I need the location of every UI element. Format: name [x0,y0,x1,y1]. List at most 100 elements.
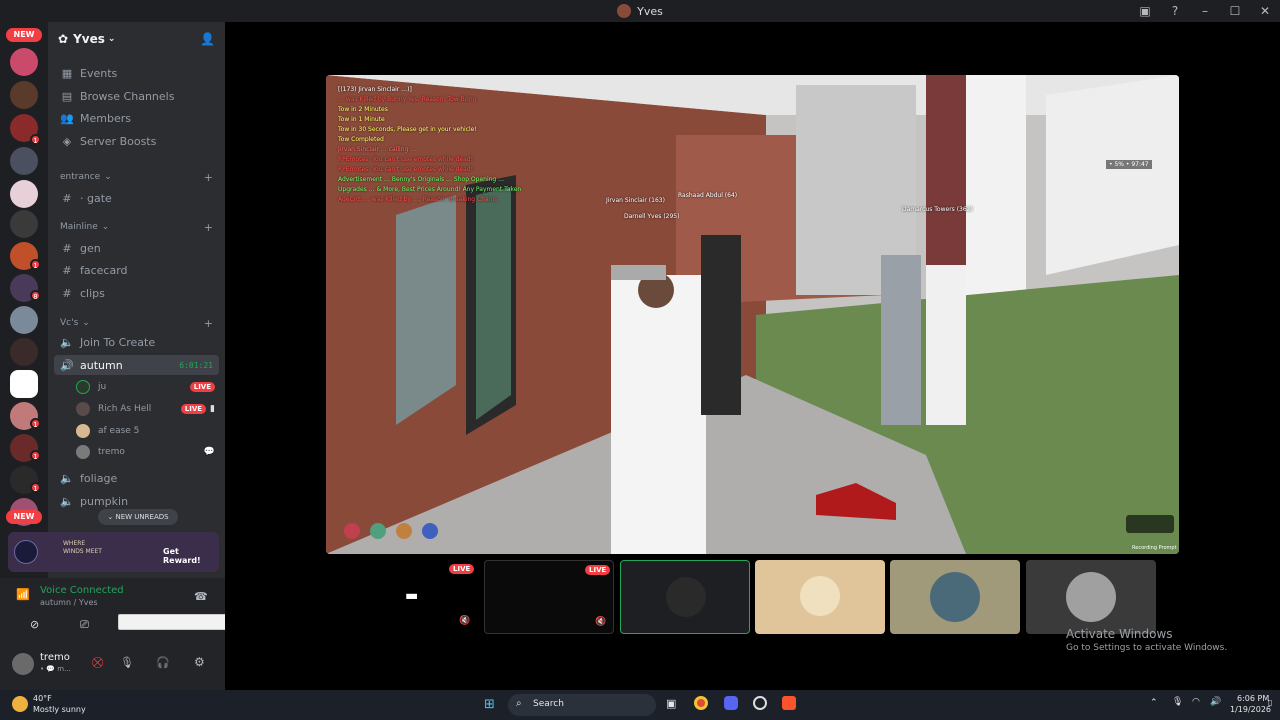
add-member-icon[interactable]: 👤 [200,32,215,46]
search-label: Search [533,699,564,709]
avatar[interactable] [12,653,34,675]
browse-channels-item[interactable]: ▤ Browse Channels [54,86,219,106]
server-icon[interactable] [10,370,38,398]
voice-status: Voice Connected [40,585,124,596]
volume-icon[interactable]: 🔊 [1210,697,1221,707]
server-icon[interactable] [10,81,38,109]
category-entrance[interactable]: entrance ⌄ + [54,170,219,184]
recorder-icon[interactable] [753,696,767,710]
chevron-down-icon: ⌄ [107,34,116,44]
activate-sub: Go to Settings to activate Windows. [1066,643,1228,653]
calendar-icon: ▦ [61,66,73,80]
avatar [800,576,840,616]
brave-icon[interactable] [782,696,796,710]
taskbar-search[interactable]: ⌕ Search [508,694,656,716]
server-header[interactable]: ✿ Yves ⌄ 👤 [48,22,225,56]
new-unreads-button[interactable]: ⌄ NEW UNREADS [98,509,178,525]
participant-tile[interactable]: ▬ LIVE 🔇 [349,560,479,634]
channel-facecard[interactable]: # facecard [54,260,219,280]
participant-tile[interactable]: LIVE 🔇 [484,560,614,634]
close-icon[interactable]: ✕ [1250,4,1280,18]
windows-start-icon[interactable]: ⊞ [484,697,495,712]
camera-off-icon[interactable]: ⊘ [30,618,39,631]
microphone-icon[interactable]: 🎙 [120,656,134,669]
channel-autumn[interactable]: 🔊 autumn 6:01:21 [54,355,219,375]
voice-user[interactable]: Rich As Hell LIVE ▮ [76,400,221,418]
voice-user[interactable]: ju LIVE [76,378,221,396]
channel-gen[interactable]: # gen [54,238,219,258]
server-icon[interactable] [10,48,38,76]
server-icon[interactable] [10,210,38,238]
server-avatar-icon [617,4,632,18]
voice-user[interactable]: af ease 5 [76,422,221,440]
avatar [76,380,90,394]
help-icon[interactable]: ? [1160,4,1190,18]
participant-tile[interactable] [1026,560,1156,634]
discord-icon[interactable] [724,696,738,710]
tray-chevron-icon[interactable]: ⌃ [1150,698,1158,708]
settings-gear-icon[interactable]: ⚙ [194,655,205,669]
thirst-icon [422,523,438,539]
category-vcs[interactable]: Vc's ⌄ + [54,316,219,330]
server-icon[interactable] [10,338,38,366]
weather-desc: Mostly sunny [33,705,86,714]
chat-line: Tow in 2 Minutes [338,106,388,113]
disconnect-icon[interactable]: ☎ [194,590,208,603]
chrome-icon[interactable] [694,696,708,710]
window-titlebar: Yves ▣ ? – ☐ ✕ [0,0,1280,22]
deafen-red-icon[interactable]: ⛒ [92,656,103,670]
minimize-icon[interactable]: – [1190,4,1220,18]
category-mainline[interactable]: Mainline ⌄ + [54,220,219,234]
channel-gate[interactable]: # · gate [54,188,219,208]
participant-tile[interactable] [755,560,885,634]
get-reward-button[interactable]: Get Reward! [163,547,219,565]
wifi-icon[interactable]: ◠ [1192,697,1200,707]
chat-line: Tow in 1 Minute [338,116,385,123]
server-icon[interactable] [10,306,38,334]
hash-icon: # [62,286,72,300]
inbox-icon[interactable]: ▣ [1130,4,1160,18]
server-icon[interactable] [10,180,38,208]
headphones-icon[interactable]: 🎧 [156,656,170,669]
voice-user-name: tremo [98,447,125,457]
hash-icon: # [62,241,72,255]
voice-user[interactable]: tremo 💬 [76,443,221,461]
hash-icon: # [62,263,72,277]
hud-status: • 5% • 97:47 [1106,160,1152,169]
clock-time: 6:06 PM [1237,694,1270,703]
add-channel-icon[interactable]: + [204,221,213,234]
notification-icon[interactable]: ▯ [1268,698,1272,707]
weather-icon[interactable] [12,696,28,712]
channel-label: Join To Create [80,335,156,349]
mention-badge: 1 [30,418,41,429]
add-channel-icon[interactable]: + [204,171,213,184]
stream-video[interactable]: [(173) Jirvan Sinclair …)] … was Killed … [326,75,1179,554]
members-item[interactable]: 👥 Members [54,108,219,128]
members-icon: 👥 [60,111,74,125]
participant-tile[interactable] [890,560,1020,634]
server-boosts-item[interactable]: ◈ Server Boosts [54,131,219,151]
voice-timer: 6:01:21 [179,360,213,370]
browse-label: Browse Channels [80,89,175,103]
participant-tile[interactable] [620,560,750,634]
activate-windows-watermark: Activate Windows Go to Settings to activ… [1066,627,1227,653]
microphone-tray-icon[interactable]: 🎙 [1172,697,1183,707]
player-tag: Darnell Yves (295) [624,213,680,220]
events-item[interactable]: ▦ Events [54,63,219,83]
maximize-icon[interactable]: ☐ [1220,4,1250,18]
channel-label: facecard [80,263,128,277]
channel-join-to-create[interactable]: 🔈 Join To Create [54,332,219,352]
add-channel-icon[interactable]: + [204,317,213,330]
screen-share-icon[interactable]: ⎚ [80,618,89,632]
boost-icon: ◈ [62,134,72,148]
promo-banner[interactable]: WHERE WINDS MEET Get Reward! [8,532,219,572]
channel-label: clips [80,286,105,300]
chat-line: Jirvan Sinclair … calling … [338,146,417,153]
channel-pumpkin[interactable]: 🔈 pumpkin [54,491,219,511]
channel-foliage[interactable]: 🔈 foliage [54,468,219,488]
server-icon[interactable] [10,147,38,175]
category-label: Mainline [60,222,98,232]
screen-icon: ▬ [405,588,419,604]
task-view-icon[interactable]: ▣ [666,697,676,710]
channel-clips[interactable]: # clips [54,283,219,303]
